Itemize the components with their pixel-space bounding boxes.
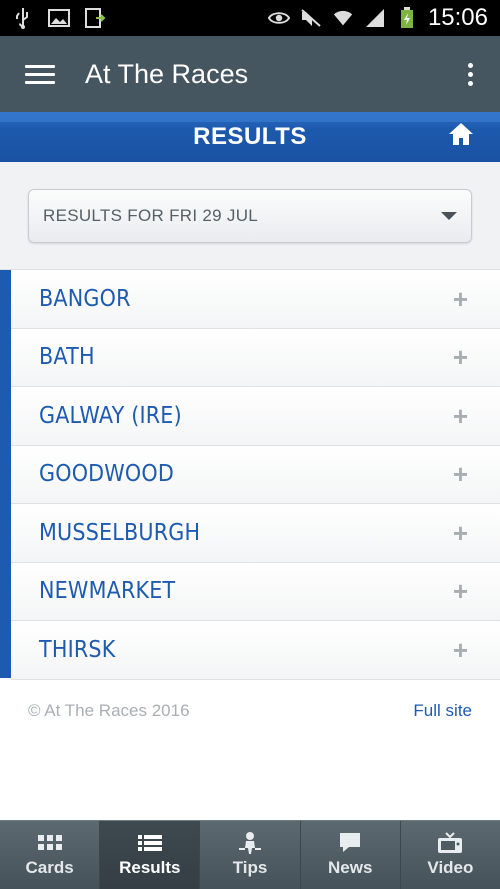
meeting-name: BATH bbox=[39, 344, 95, 371]
image-icon bbox=[48, 7, 70, 29]
results-content: RESULTS FOR FRI 29 JUL BANGOR + BATH + G… bbox=[0, 162, 500, 820]
grid-icon bbox=[36, 832, 64, 854]
meeting-row[interactable]: BATH + bbox=[11, 328, 500, 387]
speech-bubble-icon bbox=[336, 832, 364, 854]
battery-charging-icon bbox=[396, 7, 418, 29]
meeting-name: MUSSELBURGH bbox=[39, 519, 201, 546]
eye-icon bbox=[267, 7, 290, 29]
wifi-icon bbox=[332, 7, 354, 29]
meeting-name: BANGOR bbox=[39, 285, 131, 312]
meeting-name: THIRSK bbox=[39, 636, 116, 663]
tab-results[interactable]: Results bbox=[100, 821, 201, 889]
expand-plus-icon[interactable]: + bbox=[453, 578, 468, 604]
status-bar: 15:06 bbox=[0, 0, 500, 36]
expand-plus-icon[interactable]: + bbox=[453, 637, 468, 663]
expand-plus-icon[interactable]: + bbox=[453, 461, 468, 487]
meeting-name: NEWMARKET bbox=[39, 578, 176, 605]
date-select-area: RESULTS FOR FRI 29 JUL bbox=[0, 162, 500, 269]
full-site-link[interactable]: Full site bbox=[413, 701, 472, 721]
list-accent-bar bbox=[0, 270, 11, 678]
tab-label: News bbox=[328, 858, 373, 877]
meeting-name: GOODWOOD bbox=[39, 461, 174, 488]
date-select-value: RESULTS FOR FRI 29 JUL bbox=[43, 205, 259, 225]
expand-plus-icon[interactable]: + bbox=[453, 286, 468, 312]
overflow-menu-icon[interactable] bbox=[465, 62, 475, 86]
meeting-row[interactable]: MUSSELBURGH + bbox=[11, 504, 500, 563]
jockey-icon bbox=[236, 832, 264, 854]
expand-plus-icon[interactable]: + bbox=[453, 520, 468, 546]
home-icon[interactable] bbox=[448, 122, 474, 148]
tab-cards[interactable]: Cards bbox=[0, 821, 101, 889]
tab-label: Video bbox=[427, 858, 474, 877]
footer: © At The Races 2016 Full site bbox=[0, 680, 500, 742]
meeting-list: BANGOR + BATH + GALWAY (IRE) + GOODWOOD … bbox=[0, 269, 500, 680]
mute-icon bbox=[300, 7, 322, 29]
usb-icon bbox=[12, 7, 34, 29]
meeting-row[interactable]: THIRSK + bbox=[11, 621, 500, 680]
tv-icon bbox=[436, 832, 464, 854]
date-select[interactable]: RESULTS FOR FRI 29 JUL bbox=[28, 188, 472, 243]
status-time: 15:06 bbox=[427, 4, 488, 31]
section-header: RESULTS bbox=[0, 112, 500, 162]
meeting-row[interactable]: NEWMARKET + bbox=[11, 562, 500, 621]
app-bar: At The Races bbox=[0, 36, 500, 112]
meeting-name: GALWAY (IRE) bbox=[39, 402, 182, 429]
app-title: At The Races bbox=[85, 58, 249, 89]
hamburger-menu-icon[interactable] bbox=[25, 64, 55, 84]
tab-label: Tips bbox=[232, 858, 268, 877]
meeting-row[interactable]: BANGOR + bbox=[11, 270, 500, 329]
expand-plus-icon[interactable]: + bbox=[453, 403, 468, 429]
tab-news[interactable]: News bbox=[301, 821, 401, 889]
tab-label: Results bbox=[119, 858, 181, 877]
expand-plus-icon[interactable]: + bbox=[453, 344, 468, 370]
download-icon bbox=[84, 7, 106, 29]
tab-video[interactable]: Video bbox=[401, 821, 500, 889]
copyright-text: © At The Races 2016 bbox=[28, 700, 190, 720]
meeting-row[interactable]: GOODWOOD + bbox=[11, 445, 500, 504]
section-title: RESULTS bbox=[193, 123, 307, 150]
tab-label: Cards bbox=[25, 858, 74, 877]
caret-down-icon bbox=[441, 211, 457, 220]
bottom-tab-bar: Cards Results Tips News Video bbox=[0, 820, 500, 889]
tab-tips[interactable]: Tips bbox=[200, 821, 301, 889]
list-icon bbox=[136, 832, 164, 854]
meeting-row[interactable]: GALWAY (IRE) + bbox=[11, 387, 500, 446]
signal-icon bbox=[364, 7, 386, 29]
